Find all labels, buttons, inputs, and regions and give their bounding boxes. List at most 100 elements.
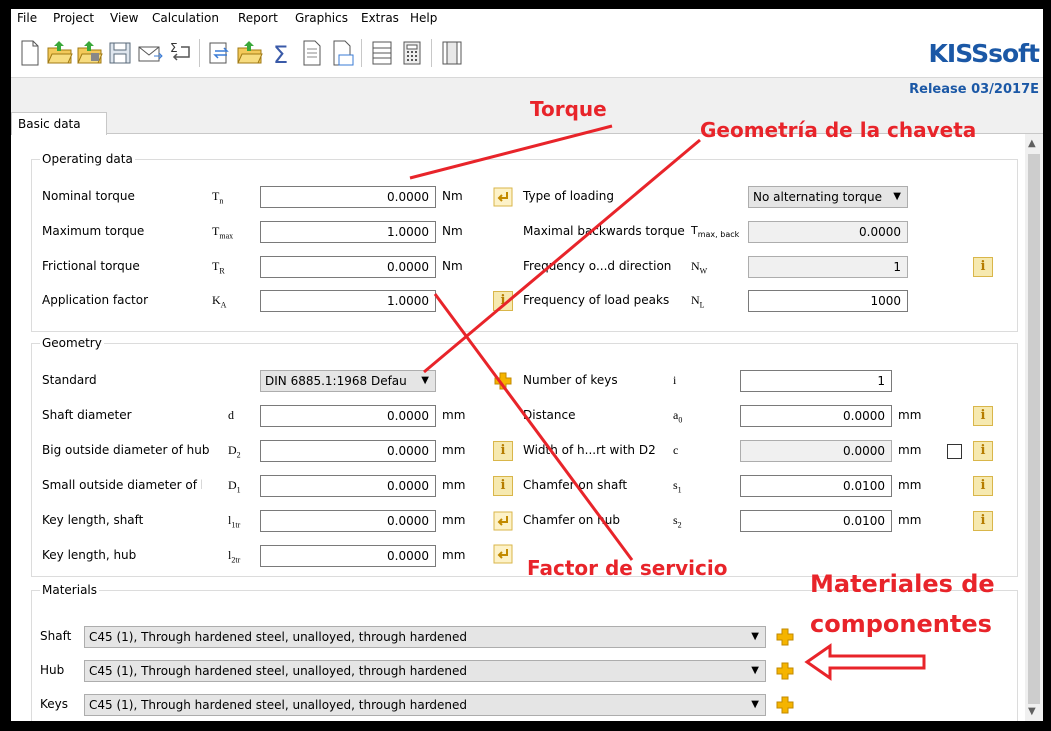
convert-arrow-icon[interactable]	[493, 544, 513, 564]
max-backwards-torque-symbol: Tmax, back	[691, 224, 740, 240]
big-outside-diameter-field[interactable]: 0.0000	[260, 440, 436, 462]
toolbar: Σ Σ KISSsoft	[11, 29, 1043, 78]
chamfer-shaft-symbol: s1	[673, 478, 682, 495]
menu-extras[interactable]: Extras	[361, 11, 399, 25]
operating-data-group: Operating data Nominal torque Tn 0.0000 …	[31, 152, 1018, 332]
chamfer-hub-field[interactable]: 0.0100	[740, 510, 892, 532]
annotation-materials-line1: Materiales de	[810, 570, 995, 598]
number-of-keys-label: Number of keys	[523, 373, 618, 387]
number-of-keys-field[interactable]: 1	[740, 370, 892, 392]
small-outside-diameter-symbol: D1	[228, 478, 241, 495]
width-hub-checkbox[interactable]	[947, 444, 962, 459]
open-folder-icon[interactable]	[47, 39, 73, 67]
svg-text:Σ: Σ	[170, 41, 178, 55]
report-list-icon[interactable]	[369, 39, 395, 67]
tab-basic-data[interactable]: Basic data	[11, 112, 107, 135]
add-icon[interactable]	[775, 627, 795, 647]
frictional-torque-field[interactable]: 0.0000	[260, 256, 436, 278]
report-view-icon[interactable]	[329, 39, 355, 67]
chamfer-shaft-label: Chamfer on shaft	[523, 478, 628, 492]
menu-view[interactable]: View	[110, 11, 138, 25]
big-outside-diameter-unit: mm	[442, 443, 466, 457]
info-icon[interactable]: i	[493, 291, 513, 311]
shaft-diameter-symbol: d	[228, 408, 234, 422]
scroll-down-icon[interactable]: ▼	[1028, 706, 1036, 717]
menu-help[interactable]: Help	[410, 11, 437, 25]
distance-symbol: a0	[673, 408, 683, 425]
key-length-shaft-field[interactable]: 0.0000	[260, 510, 436, 532]
max-backwards-torque-field: 0.0000	[748, 221, 908, 243]
menu-report[interactable]: Report	[238, 11, 278, 25]
scroll-up-icon[interactable]: ▲	[1028, 138, 1036, 149]
open-example-icon[interactable]	[77, 39, 103, 67]
scroll-thumb[interactable]	[1028, 154, 1040, 704]
add-icon[interactable]	[493, 371, 513, 391]
module-specifics-icon[interactable]	[439, 39, 465, 67]
material-hub-select[interactable]: C45 (1), Through hardened steel, unalloy…	[84, 660, 766, 682]
width-hub-field: 0.0000	[740, 440, 892, 462]
info-icon[interactable]: i	[973, 511, 993, 531]
frictional-torque-label: Frictional torque	[42, 259, 140, 273]
convert-icon[interactable]	[207, 39, 233, 67]
convert-arrow-icon[interactable]	[493, 511, 513, 531]
material-keys-select[interactable]: C45 (1), Through hardened steel, unalloy…	[84, 694, 766, 716]
chamfer-hub-unit: mm	[898, 513, 922, 527]
frequency-load-peaks-field[interactable]: 1000	[748, 290, 908, 312]
material-shaft-label: Shaft	[40, 629, 72, 643]
distance-field[interactable]: 0.0000	[740, 405, 892, 427]
maximum-torque-field[interactable]: 1.0000	[260, 221, 436, 243]
convert-arrow-icon[interactable]	[493, 187, 513, 207]
annotation-service-factor: Factor de servicio	[527, 556, 728, 580]
info-icon[interactable]: i	[493, 476, 513, 496]
operating-data-title: Operating data	[40, 152, 135, 166]
frequency-direction-label: Frequency o...d direction	[523, 259, 672, 273]
material-shaft-select[interactable]: C45 (1), Through hardened steel, unalloy…	[84, 626, 766, 648]
new-file-icon[interactable]	[17, 39, 43, 67]
menu-calculation[interactable]: Calculation	[152, 11, 219, 25]
chevron-down-icon: ▼	[751, 699, 759, 710]
chevron-down-icon: ▼	[751, 665, 759, 676]
frequency-load-peaks-symbol: NL	[691, 293, 705, 310]
save-icon[interactable]	[107, 39, 133, 67]
calculate-sum-icon[interactable]: Σ	[269, 39, 295, 67]
menu-file[interactable]: File	[17, 11, 37, 25]
nominal-torque-field[interactable]: 0.0000	[260, 186, 436, 208]
application-factor-label: Application factor	[42, 293, 149, 307]
application-factor-field[interactable]: 1.0000	[260, 290, 436, 312]
menu-graphics[interactable]: Graphics	[295, 11, 348, 25]
material-hub-label: Hub	[40, 663, 65, 677]
report-icon[interactable]	[299, 39, 325, 67]
type-of-loading-select[interactable]: No alternating torque ▼	[748, 186, 908, 208]
standard-label: Standard	[42, 373, 97, 387]
info-icon[interactable]: i	[973, 257, 993, 277]
menu-project[interactable]: Project	[53, 11, 94, 25]
info-icon[interactable]: i	[973, 406, 993, 426]
small-outside-diameter-field[interactable]: 0.0000	[260, 475, 436, 497]
info-icon[interactable]: i	[973, 476, 993, 496]
shaft-diameter-label: Shaft diameter	[42, 408, 132, 422]
add-icon[interactable]	[775, 661, 795, 681]
frictional-torque-symbol: TR	[212, 259, 225, 276]
add-icon[interactable]	[775, 695, 795, 715]
calculator-icon[interactable]	[399, 39, 425, 67]
email-icon[interactable]	[137, 39, 163, 67]
distance-label: Distance	[523, 408, 576, 422]
width-hub-symbol: c	[673, 443, 679, 457]
key-length-hub-field[interactable]: 0.0000	[260, 545, 436, 567]
chamfer-shaft-field[interactable]: 0.0100	[740, 475, 892, 497]
vertical-scrollbar[interactable]: ▲ ▼	[1025, 134, 1043, 721]
application-factor-symbol: KA	[212, 293, 227, 310]
width-hub-unit: mm	[898, 443, 922, 457]
materials-title: Materials	[40, 583, 100, 597]
info-icon[interactable]: i	[493, 441, 513, 461]
info-icon[interactable]: i	[973, 441, 993, 461]
standard-select[interactable]: DIN 6885.1:1968 Defau ▼	[260, 370, 436, 392]
frequency-direction-field: 1	[748, 256, 908, 278]
chevron-down-icon: ▼	[751, 631, 759, 642]
sum-undo-icon[interactable]: Σ	[167, 39, 193, 67]
geometry-title: Geometry	[40, 336, 104, 350]
maximum-torque-symbol: Tmax	[212, 224, 234, 241]
shaft-diameter-field[interactable]: 0.0000	[260, 405, 436, 427]
annotation-torque: Torque	[530, 97, 607, 121]
open-folder-alt-icon[interactable]	[237, 39, 263, 67]
